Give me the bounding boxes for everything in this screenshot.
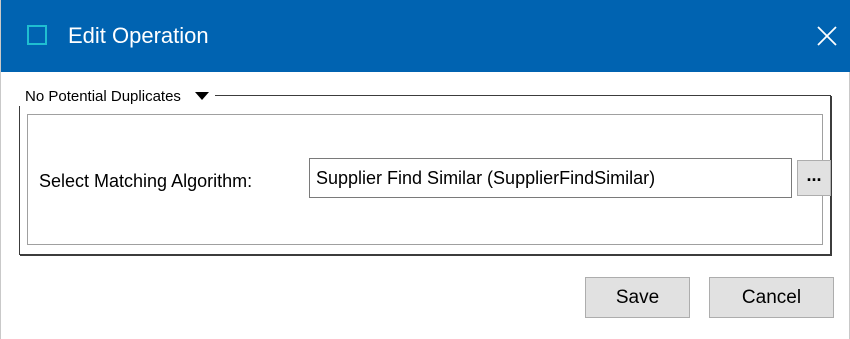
browse-algorithm-button[interactable]: ... bbox=[797, 160, 831, 196]
matching-algorithm-input[interactable] bbox=[309, 158, 792, 198]
title-bar[interactable]: Edit Operation bbox=[1, 0, 850, 72]
duplicates-group-toggle[interactable]: No Potential Duplicates bbox=[19, 86, 215, 106]
close-button[interactable] bbox=[803, 12, 850, 60]
group-legend-label: No Potential Duplicates bbox=[25, 87, 181, 105]
caret-down-icon bbox=[194, 92, 209, 100]
dialog-title: Edit Operation bbox=[68, 23, 209, 48]
window-icon bbox=[27, 25, 47, 45]
matching-algorithm-label: Select Matching Algorithm: bbox=[39, 171, 253, 191]
close-icon bbox=[817, 26, 837, 46]
save-button[interactable]: Save bbox=[585, 277, 690, 318]
edit-operation-dialog: Edit Operation No Potential Duplicates S… bbox=[0, 0, 850, 339]
cancel-button[interactable]: Cancel bbox=[709, 277, 834, 318]
